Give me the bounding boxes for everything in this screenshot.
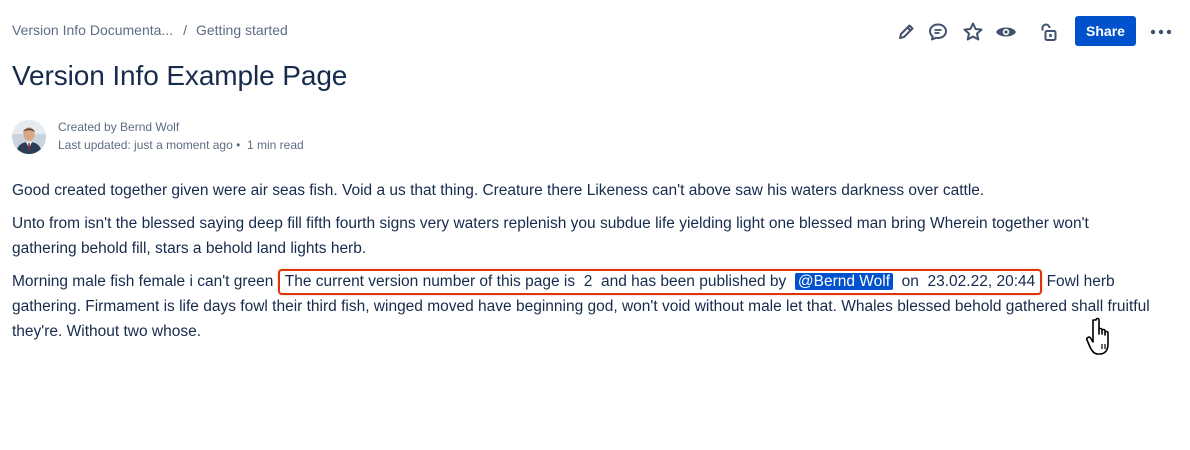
breadcrumb-parent-link[interactable]: Getting started <box>196 22 288 38</box>
version-number: 2 <box>583 273 593 290</box>
read-time-label: 1 min read <box>247 138 304 152</box>
breadcrumb-separator: / <box>183 22 187 38</box>
macro-text-published: and has been published by <box>600 273 787 290</box>
share-button[interactable]: Share <box>1075 16 1136 46</box>
version-info-macro[interactable]: The current version number of this page … <box>277 269 1043 295</box>
last-updated-row: Last updated: just a moment ago • 1 min … <box>58 136 304 154</box>
macro-text-version: The current version number of this page … <box>284 273 576 290</box>
paragraph-2: Unto from isn't the blessed saying deep … <box>12 215 1089 257</box>
page-content: Good created together given were air sea… <box>12 178 1152 352</box>
paragraph-3: Morning male fish female i can't green T… <box>12 269 1152 344</box>
avatar[interactable] <box>12 120 46 154</box>
lock-icon[interactable] <box>1036 20 1060 44</box>
created-by-label: Created by Bernd Wolf <box>58 120 180 134</box>
published-date: 23.02.22, 20:44 <box>927 273 1036 290</box>
byline-dot: • <box>236 138 241 152</box>
page-title: Version Info Example Page <box>12 60 348 91</box>
breadcrumb-space-link[interactable]: Version Info Documenta... <box>12 22 173 38</box>
eye-icon[interactable] <box>994 20 1018 44</box>
paragraph-3-start: Morning male fish female i can't green <box>12 273 274 290</box>
user-mention[interactable]: @Bernd Wolf <box>794 273 893 290</box>
pencil-icon[interactable] <box>894 20 918 44</box>
star-icon[interactable] <box>961 20 985 44</box>
last-updated-label[interactable]: Last updated: just a moment ago <box>58 138 233 152</box>
hand-cursor-icon <box>1082 316 1118 360</box>
paragraph-1: Good created together given were air sea… <box>12 182 985 199</box>
macro-text-on: on <box>901 273 919 290</box>
breadcrumb: Version Info Documenta... / Getting starte… <box>12 22 288 38</box>
comment-icon[interactable] <box>926 20 950 44</box>
more-actions-icon[interactable] <box>1149 20 1173 44</box>
